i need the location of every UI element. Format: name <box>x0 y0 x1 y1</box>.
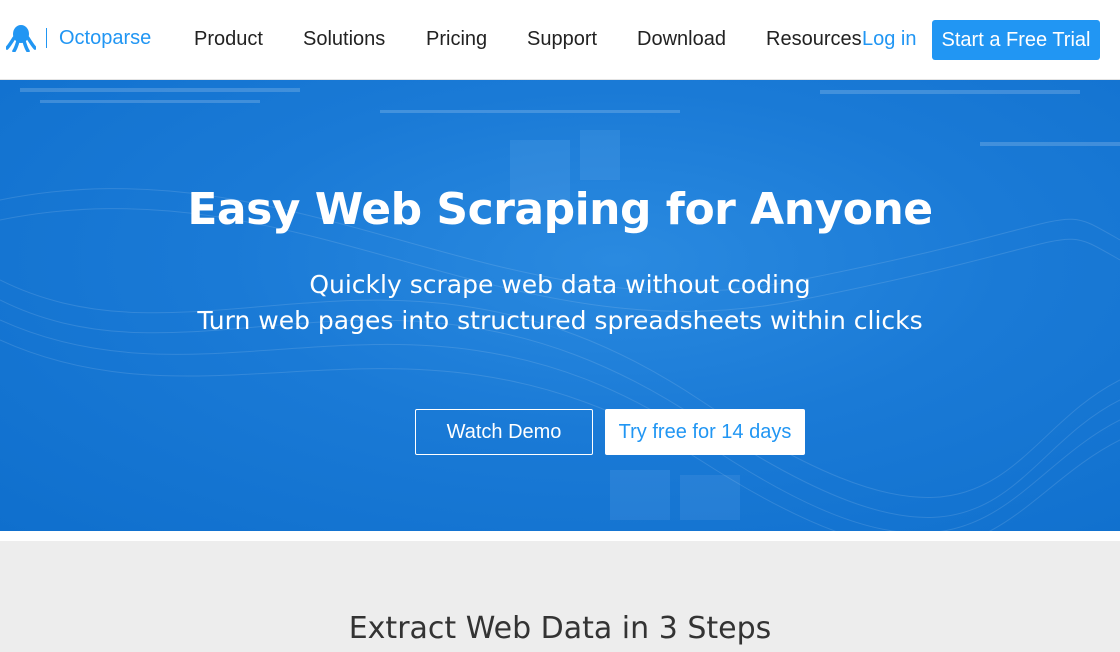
hero-subtitle-2: Turn web pages into structured spreadshe… <box>197 306 923 335</box>
steps-title: Extract Web Data in 3 Steps <box>348 611 772 646</box>
hero-banner: Easy Web Scraping for Anyone Quickly scr… <box>0 80 1120 531</box>
hero-title: Easy Web Scraping for Anyone <box>187 184 933 235</box>
logo[interactable]: Octoparse <box>6 24 151 52</box>
octopus-icon <box>6 25 36 52</box>
nav-download[interactable]: Download <box>637 28 726 51</box>
nav-product[interactable]: Product <box>194 28 263 51</box>
steps-section: Extract Web Data in 3 Steps <box>0 541 1120 652</box>
hero-subtitle-1: Quickly scrape web data without coding <box>309 270 811 299</box>
login-link[interactable]: Log in <box>862 28 917 51</box>
nav-support[interactable]: Support <box>527 28 597 51</box>
nav-pricing[interactable]: Pricing <box>426 28 487 51</box>
try-free-button[interactable]: Try free for 14 days <box>605 409 805 455</box>
logo-divider <box>46 28 47 48</box>
brand-name: Octoparse <box>59 26 152 49</box>
start-free-trial-button[interactable]: Start a Free Trial <box>932 20 1100 60</box>
nav-solutions[interactable]: Solutions <box>303 28 385 51</box>
watch-demo-button[interactable]: Watch Demo <box>415 409 593 455</box>
nav-resources[interactable]: Resources <box>766 28 862 51</box>
top-navbar: Octoparse Product Solutions Pricing Supp… <box>0 0 1120 80</box>
